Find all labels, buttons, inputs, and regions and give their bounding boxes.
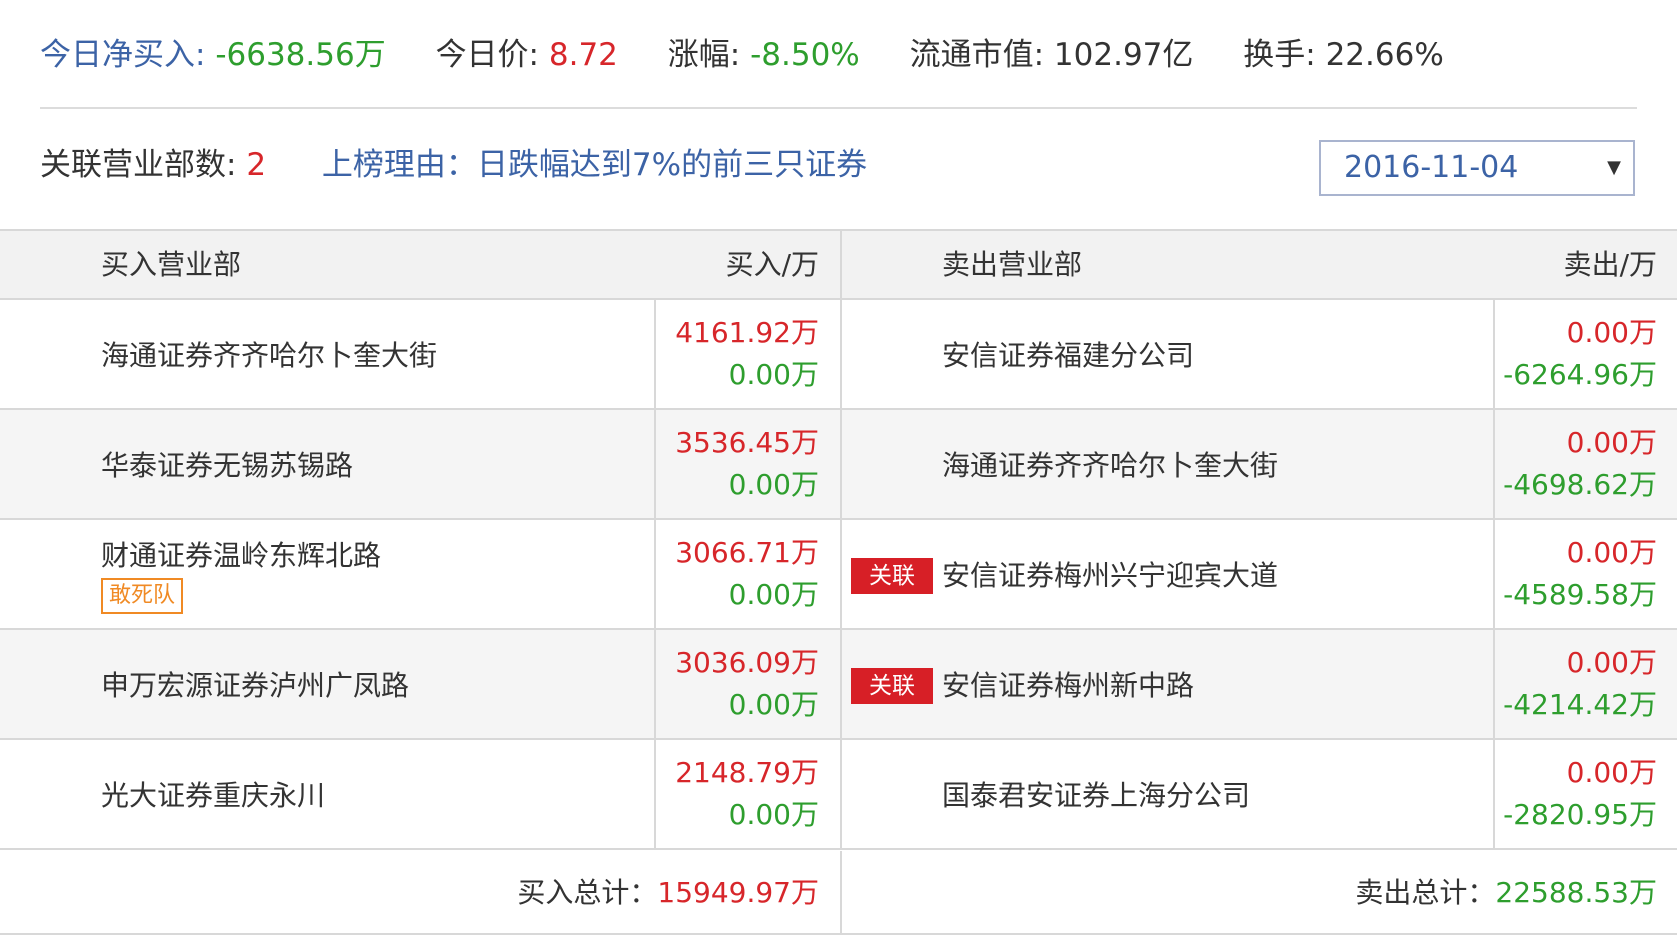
buy-total: 买入总计：15949.97万 (517, 876, 819, 909)
header-sell-amount: 卖出/万 (1563, 248, 1657, 281)
market-cap-value: 102.97亿 (1053, 37, 1194, 73)
buy-total-value: 15949.97万 (657, 876, 819, 909)
market-cap: 流通市值: 102.97亿 (909, 37, 1194, 73)
turnover: 换手: 22.66% (1243, 37, 1444, 73)
chevron-down-icon: ▼ (1607, 157, 1621, 178)
column-divider (840, 520, 842, 628)
column-divider (840, 740, 842, 848)
sell-dept-name[interactable]: 安信证券梅州兴宁迎宾大道 (942, 554, 1278, 594)
buy-dept-name[interactable]: 申万宏源证券泸州广凤路 (101, 664, 409, 704)
buy-out-amount: 0.00万 (728, 688, 819, 721)
price: 今日价: 8.72 (435, 37, 618, 73)
column-divider (654, 630, 656, 738)
sell-in-amount: 0.00万 (1566, 316, 1657, 349)
sell-in-amount: 0.00万 (1566, 646, 1657, 679)
related-badge: 关联 (851, 668, 933, 704)
sell-dept-name[interactable]: 海通证券齐齐哈尔卜奎大街 (942, 444, 1278, 484)
info-line: 关联营业部数: 2 上榜理由：日跌幅达到7%的前三只证券 (40, 140, 867, 190)
column-divider (654, 410, 656, 518)
divider (40, 107, 1637, 109)
column-divider (840, 630, 842, 738)
turnover-value: 22.66% (1325, 37, 1444, 73)
sell-out-amount: -6264.96万 (1503, 358, 1657, 391)
sell-total-value: 22588.53万 (1495, 876, 1657, 909)
summary-bar: 今日净买入: -6638.56万 今日价: 8.72 涨幅: -8.50% 流通… (40, 30, 1640, 80)
header-sell-dept: 卖出营业部 (942, 248, 1083, 281)
buy-in-amount: 3536.45万 (675, 426, 819, 459)
change-value: -8.50% (750, 37, 860, 73)
column-divider (840, 851, 842, 933)
price-value: 8.72 (548, 37, 618, 73)
sell-in-amount: 0.00万 (1566, 536, 1657, 569)
table-row: 华泰证券无锡苏锡路 3536.45万 0.00万 海通证券齐齐哈尔卜奎大街 0.… (0, 410, 1677, 520)
sell-dept-name[interactable]: 安信证券福建分公司 (942, 334, 1194, 374)
table-row: 光大证券重庆永川 2148.79万 0.00万 国泰君安证券上海分公司 0.00… (0, 740, 1677, 850)
related-label: 关联营业部数: (40, 147, 237, 183)
column-divider (654, 300, 656, 408)
buy-dept-name[interactable]: 财通证券温岭东辉北路 (101, 534, 381, 574)
table-header: 买入营业部 买入/万 卖出营业部 卖出/万 (0, 231, 1677, 300)
column-divider (1493, 740, 1495, 848)
net-buy-value: -6638.56万 (215, 37, 386, 73)
buy-dept-name[interactable]: 华泰证券无锡苏锡路 (101, 444, 353, 484)
buy-in-amount: 2148.79万 (675, 756, 819, 789)
sell-out-amount: -2820.95万 (1503, 798, 1657, 831)
sell-out-amount: -4589.58万 (1503, 578, 1657, 611)
buy-dept-name[interactable]: 海通证券齐齐哈尔卜奎大街 (101, 334, 437, 374)
column-divider (840, 231, 842, 298)
column-divider (1493, 520, 1495, 628)
column-divider (1493, 410, 1495, 518)
buy-out-amount: 0.00万 (728, 798, 819, 831)
column-divider (840, 410, 842, 518)
buy-in-amount: 3036.09万 (675, 646, 819, 679)
buy-in-amount: 3066.71万 (675, 536, 819, 569)
column-divider (1493, 630, 1495, 738)
net-buy: 今日净买入: -6638.56万 (40, 37, 386, 73)
trades-table: 买入营业部 买入/万 卖出营业部 卖出/万 海通证券齐齐哈尔卜奎大街 4161.… (0, 229, 1677, 935)
column-divider (654, 520, 656, 628)
sell-out-amount: -4214.42万 (1503, 688, 1657, 721)
table-row: 财通证券温岭东辉北路 敢死队 3066.71万 0.00万 关联 安信证券梅州兴… (0, 520, 1677, 630)
sell-in-amount: 0.00万 (1566, 756, 1657, 789)
column-divider (840, 300, 842, 408)
sell-dept-name[interactable]: 安信证券梅州新中路 (942, 664, 1194, 704)
table-row: 海通证券齐齐哈尔卜奎大街 4161.92万 0.00万 安信证券福建分公司 0.… (0, 300, 1677, 410)
column-divider (654, 740, 656, 848)
sell-out-amount: -4698.62万 (1503, 468, 1657, 501)
date-select[interactable]: 2016-11-04 ▼ (1319, 140, 1635, 196)
buy-in-amount: 4161.92万 (675, 316, 819, 349)
table-footer: 买入总计：15949.97万 卖出总计：22588.53万 (0, 851, 1677, 935)
dare-to-die-badge: 敢死队 (101, 578, 184, 614)
date-value: 2016-11-04 (1344, 150, 1519, 185)
sell-dept-name[interactable]: 国泰君安证券上海分公司 (942, 774, 1250, 814)
related-count: 2 (246, 147, 267, 183)
buy-dept-name[interactable]: 光大证券重庆永川 (101, 774, 325, 814)
sell-total: 卖出总计：22588.53万 (1355, 876, 1657, 909)
buy-out-amount: 0.00万 (728, 358, 819, 391)
listing-reason: 上榜理由：日跌幅达到7%的前三只证券 (321, 147, 868, 183)
dragon-tiger-panel: 今日净买入: -6638.56万 今日价: 8.72 涨幅: -8.50% 流通… (0, 0, 1677, 935)
related-badge: 关联 (851, 558, 933, 594)
table-row: 申万宏源证券泸州广凤路 3036.09万 0.00万 关联 安信证券梅州新中路 … (0, 630, 1677, 740)
header-buy-dept: 买入营业部 (101, 248, 242, 281)
buy-out-amount: 0.00万 (728, 468, 819, 501)
column-divider (1493, 300, 1495, 408)
header-buy-amount: 买入/万 (725, 248, 819, 281)
sell-in-amount: 0.00万 (1566, 426, 1657, 459)
buy-out-amount: 0.00万 (728, 578, 819, 611)
change: 涨幅: -8.50% (667, 37, 860, 73)
